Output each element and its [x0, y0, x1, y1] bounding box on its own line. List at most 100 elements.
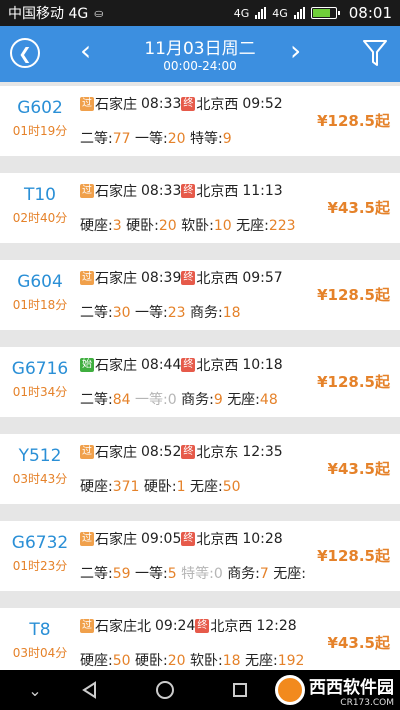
seat-availability: 硬座:3 硬卧:20 软卧:10 无座:223: [80, 215, 328, 235]
train-route: 过 石家庄 09:05 终 北京西 10:28: [80, 529, 283, 549]
signal-icon: [255, 7, 267, 19]
train-duration: 02时40分: [12, 211, 68, 225]
date-label[interactable]: 11月03日周二: [110, 34, 290, 59]
train-duration: 01时19分: [12, 124, 68, 138]
seat-class: 二等:59: [80, 566, 131, 582]
train-number: T10: [23, 185, 57, 205]
home-button[interactable]: [150, 670, 180, 710]
seat-count: 7: [259, 566, 269, 582]
recents-square-icon: [233, 683, 247, 697]
seat-class-name: 软卧:: [190, 653, 223, 669]
previous-day-button[interactable]: ‹: [80, 36, 91, 66]
train-card[interactable]: G602 01时19分 过 石家庄 08:33 终 北京西 09:52 二等:7…: [0, 86, 400, 156]
arrival-station: 北京西: [210, 619, 253, 635]
arrival-time: 12:35: [242, 444, 283, 460]
seat-class: 无座:48: [227, 392, 278, 408]
seat-class-name: 无座:: [190, 479, 223, 495]
system-back-button[interactable]: [75, 670, 105, 710]
seat-class-name: 二等:: [80, 131, 113, 147]
end-station-badge: 终: [181, 271, 196, 285]
seat-class-name: 一等:: [135, 392, 168, 408]
train-price: ¥128.5起: [317, 286, 390, 304]
seat-availability: 硬座:50 硬卧:20 软卧:18 无座:192: [80, 650, 328, 670]
train-price: ¥128.5起: [317, 373, 390, 391]
seat-class: 商务:18: [190, 305, 241, 321]
arrival-station: 北京东: [196, 445, 239, 461]
train-card[interactable]: T10 02时40分 过 石家庄 08:33 终 北京西 11:13 硬座:3 …: [0, 173, 400, 243]
seat-class: 硬卧:20: [126, 218, 177, 234]
end-station-badge: 终: [181, 97, 196, 111]
app-header: ❮ ‹ 11月03日周二 00:00-24:00 ›: [0, 26, 400, 82]
train-card[interactable]: Y512 03时43分 过 石家庄 08:52 终 北京东 12:35 硬座:3…: [0, 434, 400, 504]
seat-class-name: 商务:: [227, 566, 260, 582]
train-number: G604: [17, 272, 63, 292]
departure-time: 08:52: [141, 444, 182, 460]
seat-count: 0: [213, 566, 223, 582]
train-route: 过 石家庄 08:33 终 北京西 11:13: [80, 181, 283, 201]
back-button[interactable]: ❮: [10, 38, 40, 68]
arrival-time: 10:28: [242, 531, 283, 547]
seat-class-name: 无座:: [245, 653, 278, 669]
departure-station: 石家庄北: [95, 619, 151, 635]
seat-count: 10: [213, 218, 232, 234]
hide-nav-button[interactable]: ⌄: [20, 670, 50, 710]
departure-station: 石家庄: [95, 271, 137, 287]
seat-class-name: 商务:: [190, 305, 223, 321]
seat-class: 一等:0: [135, 392, 177, 408]
train-card[interactable]: G6732 01时23分 过 石家庄 09:05 终 北京西 10:28 二等:…: [0, 521, 400, 591]
arrival-time: 10:18: [242, 357, 283, 373]
signal-icon-2: [293, 7, 305, 19]
network-type-2: 4G: [272, 6, 288, 20]
watermark-logo-icon: [275, 675, 305, 705]
start-station-badge: 过: [80, 619, 94, 633]
seat-class: 一等:20: [135, 131, 186, 147]
train-route: 过 石家庄 08:33 终 北京西 09:52: [80, 94, 283, 114]
seat-count: 371: [112, 479, 140, 495]
seat-count: 3: [112, 218, 122, 234]
departure-station: 石家庄: [95, 184, 137, 200]
train-card[interactable]: G6716 01时34分 始 石家庄 08:44 终 北京西 10:18 二等:…: [0, 347, 400, 417]
seat-availability: 二等:84 一等:0 商务:9 无座:48: [80, 389, 328, 409]
seat-class: 商务:9: [181, 392, 223, 408]
seat-count: 20: [167, 131, 186, 147]
seat-class-name: 商务:: [181, 392, 214, 408]
seat-class: 硬卧:20: [135, 653, 186, 669]
seat-class: 软卧:18: [190, 653, 241, 669]
seat-count: 5: [167, 566, 177, 582]
train-card[interactable]: T8 03时04分 过 石家庄北 09:24 终 北京西 12:28 硬座:50…: [0, 608, 400, 670]
arrival-time: 09:52: [242, 96, 283, 112]
start-station-badge: 过: [80, 445, 94, 459]
seat-class: 特等:0: [181, 566, 223, 582]
seat-count: 18: [222, 653, 241, 669]
start-station-badge: 过: [80, 97, 94, 111]
departure-station: 石家庄: [95, 532, 137, 548]
next-day-button[interactable]: ›: [290, 36, 301, 66]
end-station-badge: 终: [181, 445, 196, 459]
seat-class-name: 硬座:: [80, 653, 113, 669]
seat-class-name: 二等:: [80, 305, 113, 321]
train-duration: 01时23分: [12, 559, 68, 573]
seat-count: 50: [112, 653, 131, 669]
seat-count: 223: [268, 218, 296, 234]
seat-class: 无座:223: [236, 218, 295, 234]
train-duration: 01时34分: [12, 385, 68, 399]
seat-class: 商务:7: [227, 566, 269, 582]
network-type-1: 4G: [233, 6, 250, 20]
train-duration: 01时18分: [12, 298, 68, 312]
train-number: Y512: [18, 446, 62, 466]
filter-button[interactable]: [362, 38, 388, 68]
departure-time: 08:33: [141, 96, 182, 112]
seat-class: 二等:30: [80, 305, 131, 321]
seat-count: 20: [158, 218, 177, 234]
seat-class: 二等:84: [80, 392, 131, 408]
train-list[interactable]: G602 01时19分 过 石家庄 08:33 终 北京西 09:52 二等:7…: [0, 82, 400, 670]
recents-button[interactable]: [225, 670, 255, 710]
departure-time: 08:39: [141, 270, 182, 286]
status-bar: 中国移动 4G ⛀ 4G 4G 08:01: [0, 0, 400, 26]
seat-count: 20: [167, 653, 186, 669]
seat-count: 23: [167, 305, 186, 321]
start-station-badge: 始: [80, 358, 94, 372]
watermark: 西西软件园 CR173.COM: [275, 674, 394, 708]
seat-class-name: 硬卧:: [126, 218, 159, 234]
train-card[interactable]: G604 01时18分 过 石家庄 08:39 终 北京西 09:57 二等:3…: [0, 260, 400, 330]
